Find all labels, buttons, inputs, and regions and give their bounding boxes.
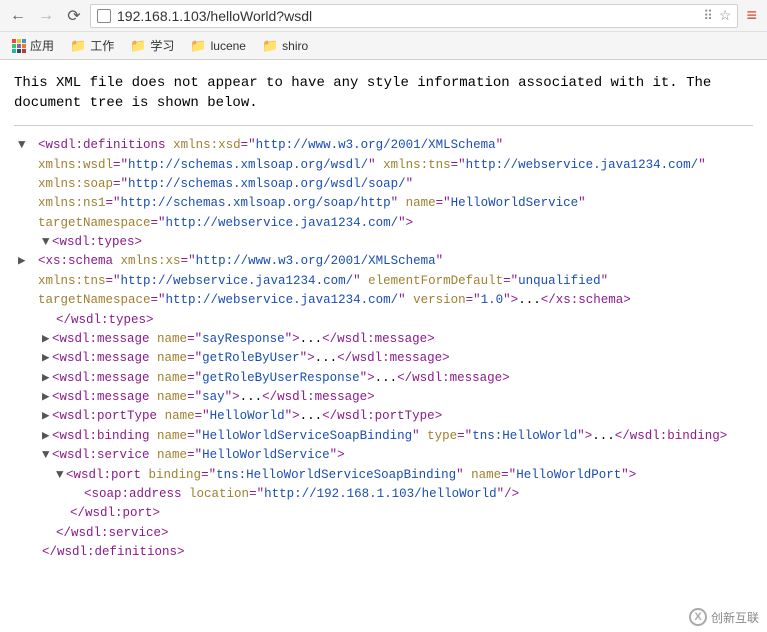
watermark-text: 创新互联 bbox=[711, 609, 759, 626]
expand-toggle[interactable]: ▶ bbox=[42, 330, 52, 349]
xml-element[interactable]: ▶<wsdl:message name="sayResponse">...</w… bbox=[14, 330, 753, 349]
forward-button[interactable]: → bbox=[34, 4, 58, 28]
xml-element[interactable]: ▶<wsdl:message name="getRoleByUser">...<… bbox=[14, 349, 753, 368]
xml-element[interactable]: ▶<wsdl:binding name="HelloWorldServiceSo… bbox=[14, 427, 753, 446]
collapse-toggle[interactable]: ▼ bbox=[56, 466, 66, 485]
bookmark-folder[interactable]: 📁学习 bbox=[124, 35, 180, 56]
xml-close: </wsdl:port> bbox=[14, 504, 753, 523]
xml-tree: ▼<wsdl:definitions xmlns:xsd="http://www… bbox=[14, 136, 753, 562]
apps-label: 应用 bbox=[30, 37, 54, 54]
watermark: X 创新互联 bbox=[689, 608, 759, 626]
xml-element[interactable]: ▼<wsdl:definitions xmlns:xsd="http://www… bbox=[14, 136, 753, 233]
xml-close: </wsdl:service> bbox=[14, 524, 753, 543]
expand-toggle[interactable]: ▶ bbox=[42, 349, 52, 368]
page-icon bbox=[97, 9, 111, 23]
folder-icon: 📁 bbox=[262, 38, 278, 54]
menu-icon[interactable]: ≡ bbox=[742, 5, 761, 26]
xml-close: </wsdl:types> bbox=[14, 311, 753, 330]
translate-icon[interactable]: ⠿ bbox=[703, 8, 713, 24]
back-button[interactable]: ← bbox=[6, 4, 30, 28]
xml-element[interactable]: ▼<wsdl:port binding="tns:HelloWorldServi… bbox=[14, 466, 753, 485]
bookmark-folder[interactable]: 📁工作 bbox=[64, 35, 120, 56]
xml-element[interactable]: <soap:address location="http://192.168.1… bbox=[14, 485, 753, 504]
expand-toggle[interactable]: ▶ bbox=[42, 427, 52, 446]
apps-button[interactable]: 应用 bbox=[6, 35, 60, 56]
xml-element[interactable]: ▼<wsdl:types> bbox=[14, 233, 753, 252]
xml-element[interactable]: ▶<wsdl:message name="say">...</wsdl:mess… bbox=[14, 388, 753, 407]
xml-element[interactable]: ▼<wsdl:service name="HelloWorldService"> bbox=[14, 446, 753, 465]
watermark-logo-icon: X bbox=[689, 608, 707, 626]
collapse-toggle[interactable]: ▼ bbox=[42, 446, 52, 465]
folder-icon: 📁 bbox=[190, 38, 206, 54]
xml-element[interactable]: ▶<xs:schema xmlns:xs="http://www.w3.org/… bbox=[14, 252, 753, 310]
expand-toggle[interactable]: ▶ bbox=[28, 252, 38, 271]
address-bar[interactable]: 192.168.1.103/helloWorld?wsdl ⠿ ☆ bbox=[90, 4, 738, 28]
collapse-toggle[interactable]: ▼ bbox=[28, 136, 38, 155]
xml-close: </wsdl:definitions> bbox=[14, 543, 753, 562]
folder-icon: 📁 bbox=[70, 38, 86, 54]
collapse-toggle[interactable]: ▼ bbox=[42, 233, 52, 252]
url-text: 192.168.1.103/helloWorld?wsdl bbox=[117, 8, 697, 24]
page-content: This XML file does not appear to have an… bbox=[0, 60, 767, 572]
bookmarks-bar: 应用 📁工作 📁学习 📁lucene 📁shiro bbox=[0, 32, 767, 60]
expand-toggle[interactable]: ▶ bbox=[42, 407, 52, 426]
bookmark-folder[interactable]: 📁lucene bbox=[184, 36, 252, 56]
bookmark-star-icon[interactable]: ☆ bbox=[719, 7, 732, 24]
bookmark-folder[interactable]: 📁shiro bbox=[256, 36, 314, 56]
divider bbox=[14, 125, 753, 126]
apps-grid-icon bbox=[12, 39, 26, 53]
expand-toggle[interactable]: ▶ bbox=[42, 388, 52, 407]
reload-button[interactable]: ⟳ bbox=[62, 4, 86, 28]
xml-element[interactable]: ▶<wsdl:message name="getRoleByUserRespon… bbox=[14, 369, 753, 388]
expand-toggle[interactable]: ▶ bbox=[42, 369, 52, 388]
xml-notice: This XML file does not appear to have an… bbox=[14, 70, 753, 121]
folder-icon: 📁 bbox=[130, 38, 146, 54]
xml-element[interactable]: ▶<wsdl:portType name="HelloWorld">...</w… bbox=[14, 407, 753, 426]
browser-toolbar: ← → ⟳ 192.168.1.103/helloWorld?wsdl ⠿ ☆ … bbox=[0, 0, 767, 32]
